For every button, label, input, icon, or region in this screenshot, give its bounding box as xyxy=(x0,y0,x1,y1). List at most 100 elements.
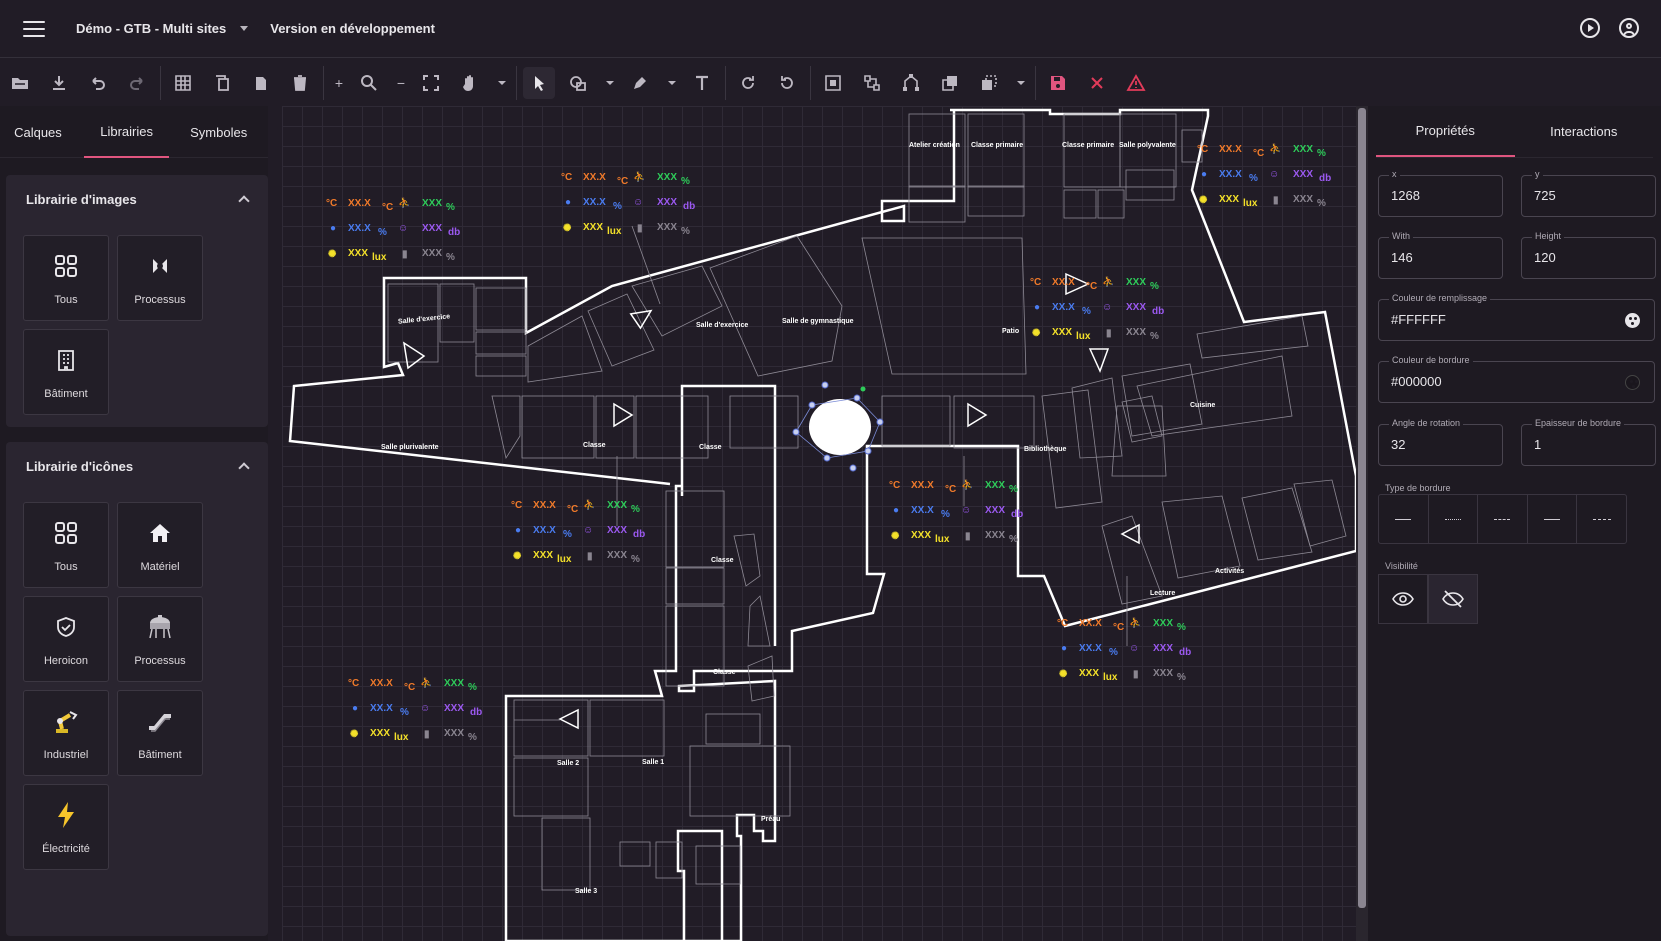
chevron-down-icon[interactable] xyxy=(493,67,511,99)
text-icon[interactable] xyxy=(686,67,718,99)
presence-icon: ⛹ xyxy=(633,172,646,183)
group-icon[interactable] xyxy=(817,67,849,99)
border-double-button[interactable] xyxy=(1528,495,1578,543)
image-tile-processus[interactable]: Processus xyxy=(117,235,203,321)
y-field[interactable]: y xyxy=(1521,169,1656,217)
battery-unit: % xyxy=(1177,672,1186,683)
x-input[interactable] xyxy=(1391,188,1490,203)
lux-value: XXX xyxy=(533,550,554,561)
pan-hand-icon[interactable] xyxy=(454,67,486,99)
send-back-icon[interactable] xyxy=(973,67,1005,99)
icon-tile-tous[interactable]: Tous xyxy=(23,502,109,588)
folder-icon[interactable] xyxy=(4,67,36,99)
y-input[interactable] xyxy=(1534,188,1641,203)
ungroup-icon[interactable] xyxy=(856,67,888,99)
zoom-minus-icon[interactable]: − xyxy=(392,67,410,99)
plan-canvas[interactable]: Atelier création Classe primaire Classe … xyxy=(282,106,1356,941)
rotation-input[interactable] xyxy=(1391,437,1490,452)
icon-tile-processus[interactable]: Processus xyxy=(117,596,203,682)
undo-icon[interactable] xyxy=(82,67,114,99)
border-width-field[interactable]: Epaisseur de bordure xyxy=(1521,418,1656,466)
height-field[interactable]: Height xyxy=(1521,231,1656,279)
room-label: Salle d'exercice xyxy=(696,322,749,329)
sensor-widget[interactable]: °C XX.X °C ⛹ XXX% ● XX.X% ☺ XXX db ✺ XXX lux ▮ XXX% xyxy=(1030,277,1170,355)
battery-value: XXX xyxy=(985,530,1006,541)
shapes-icon[interactable] xyxy=(562,67,594,99)
chevron-down-icon[interactable] xyxy=(1012,67,1030,99)
icon-tile-electricite[interactable]: Électricité xyxy=(23,784,109,870)
chevron-up-icon[interactable] xyxy=(238,195,250,207)
eye-off-icon[interactable] xyxy=(1428,574,1478,624)
border-dotted-button[interactable] xyxy=(1429,495,1479,543)
download-icon[interactable] xyxy=(43,67,75,99)
icon-tile-batiment[interactable]: Bâtiment xyxy=(117,690,203,776)
chevron-down-icon[interactable] xyxy=(663,67,681,99)
rotate-right-icon[interactable] xyxy=(732,67,764,99)
canvas-scrollbar[interactable] xyxy=(1356,106,1368,941)
delete-icon[interactable] xyxy=(284,67,316,99)
presence-value: XXX xyxy=(1153,618,1174,629)
icon-tile-heroicon[interactable]: Heroicon xyxy=(23,596,109,682)
room-label: Classe xyxy=(699,444,722,451)
icon-tile-industriel[interactable]: Industriel xyxy=(23,690,109,776)
select-pointer-icon[interactable] xyxy=(523,66,555,99)
tab-proprietes[interactable]: Propriétés xyxy=(1376,106,1515,157)
fill-color-field[interactable]: Couleur de remplissage xyxy=(1378,293,1655,341)
rotation-field[interactable]: Angle de rotation xyxy=(1378,418,1503,466)
border-color-field[interactable]: Couleur de bordure xyxy=(1378,355,1655,403)
warning-icon[interactable] xyxy=(1120,67,1152,99)
lux-unit: lux xyxy=(935,534,950,545)
account-icon[interactable] xyxy=(1619,18,1639,38)
pen-icon[interactable] xyxy=(624,67,656,99)
bring-front-icon[interactable] xyxy=(934,67,966,99)
rotate-left-icon[interactable] xyxy=(771,67,803,99)
copy-icon[interactable] xyxy=(206,67,238,99)
fit-screen-icon[interactable] xyxy=(415,67,447,99)
border-solid-button[interactable] xyxy=(1379,495,1429,543)
play-icon[interactable] xyxy=(1580,18,1600,38)
close-icon[interactable] xyxy=(1081,67,1113,99)
chevron-down-icon[interactable] xyxy=(601,67,619,99)
chevron-up-icon[interactable] xyxy=(238,462,250,474)
sensor-widget[interactable]: °C XX.X °C ⛹ XXX% ● XX.X% ☺ XXX db ✺ XXX lux ▮ XXX% xyxy=(1197,144,1337,222)
save-icon[interactable] xyxy=(1042,67,1074,99)
redo-icon[interactable] xyxy=(121,67,153,99)
sensor-widget[interactable]: °C XX.X °C ⛹ XXX% ● XX.X% ☺ XXX db ✺ XXX lux ▮ XXX% xyxy=(326,198,466,276)
border-dashed-button[interactable] xyxy=(1478,495,1528,543)
zoom-plus-icon[interactable]: + xyxy=(330,67,348,99)
project-selector[interactable]: Démo - GTB - Multi sites xyxy=(76,21,249,36)
sensor-widget[interactable]: °C XX.X °C ⛹ XXX% ● XX.X% ☺ XXX db ✺ XXX lux ▮ XXX% xyxy=(889,480,1029,558)
presence-unit: % xyxy=(1317,148,1326,159)
tab-calques[interactable]: Calques xyxy=(0,106,76,158)
width-input[interactable] xyxy=(1391,250,1490,265)
paste-icon[interactable] xyxy=(245,67,277,99)
tab-librairies[interactable]: Librairies xyxy=(83,106,170,158)
palette-icon[interactable] xyxy=(1625,375,1640,390)
sensor-widget[interactable]: °C XX.X °C ⛹ XXX% ● XX.X% ☺ XXX db ✺ XXX lux ▮ XXX% xyxy=(348,678,488,756)
sensor-widget[interactable]: °C XX.X °C ⛹ XXX% ● XX.X% ☺ XXX db ✺ XXX lux ▮ XXX% xyxy=(1057,618,1197,696)
eye-icon[interactable] xyxy=(1378,574,1428,624)
bulb-icon: ✺ xyxy=(1059,669,1068,680)
temp-value: XX.X xyxy=(1079,618,1102,629)
tab-symboles[interactable]: Symboles xyxy=(169,106,268,158)
x-field[interactable]: x xyxy=(1378,169,1503,217)
border-width-input[interactable] xyxy=(1534,437,1641,452)
border-color-input[interactable] xyxy=(1391,374,1611,389)
temp-icon: °C xyxy=(326,198,338,209)
sensor-widget[interactable]: °C XX.X °C ⛹ XXX% ● XX.X% ☺ XXX db ✺ XXX lux ▮ XXX% xyxy=(561,172,701,250)
image-tile-batiment[interactable]: Bâtiment xyxy=(23,329,109,415)
height-input[interactable] xyxy=(1534,250,1641,265)
tab-interactions[interactable]: Interactions xyxy=(1515,106,1654,157)
border-dash-dot-button[interactable] xyxy=(1577,495,1626,543)
sensor-widget[interactable]: °C XX.X °C ⛹ XXX% ● XX.X% ☺ XXX db ✺ XXX lux ▮ XXX% xyxy=(511,500,651,578)
palette-icon[interactable] xyxy=(1625,313,1640,328)
width-field[interactable]: With xyxy=(1378,231,1503,279)
menu-icon[interactable] xyxy=(23,20,45,37)
edit-points-icon[interactable] xyxy=(895,67,927,99)
icon-tile-materiel[interactable]: Matériel xyxy=(117,502,203,588)
zoom-icon[interactable] xyxy=(353,67,385,99)
battery-icon: ▮ xyxy=(965,531,971,542)
image-tile-tous[interactable]: Tous xyxy=(23,235,109,321)
grid-icon[interactable] xyxy=(167,67,199,99)
fill-color-input[interactable] xyxy=(1391,312,1611,327)
